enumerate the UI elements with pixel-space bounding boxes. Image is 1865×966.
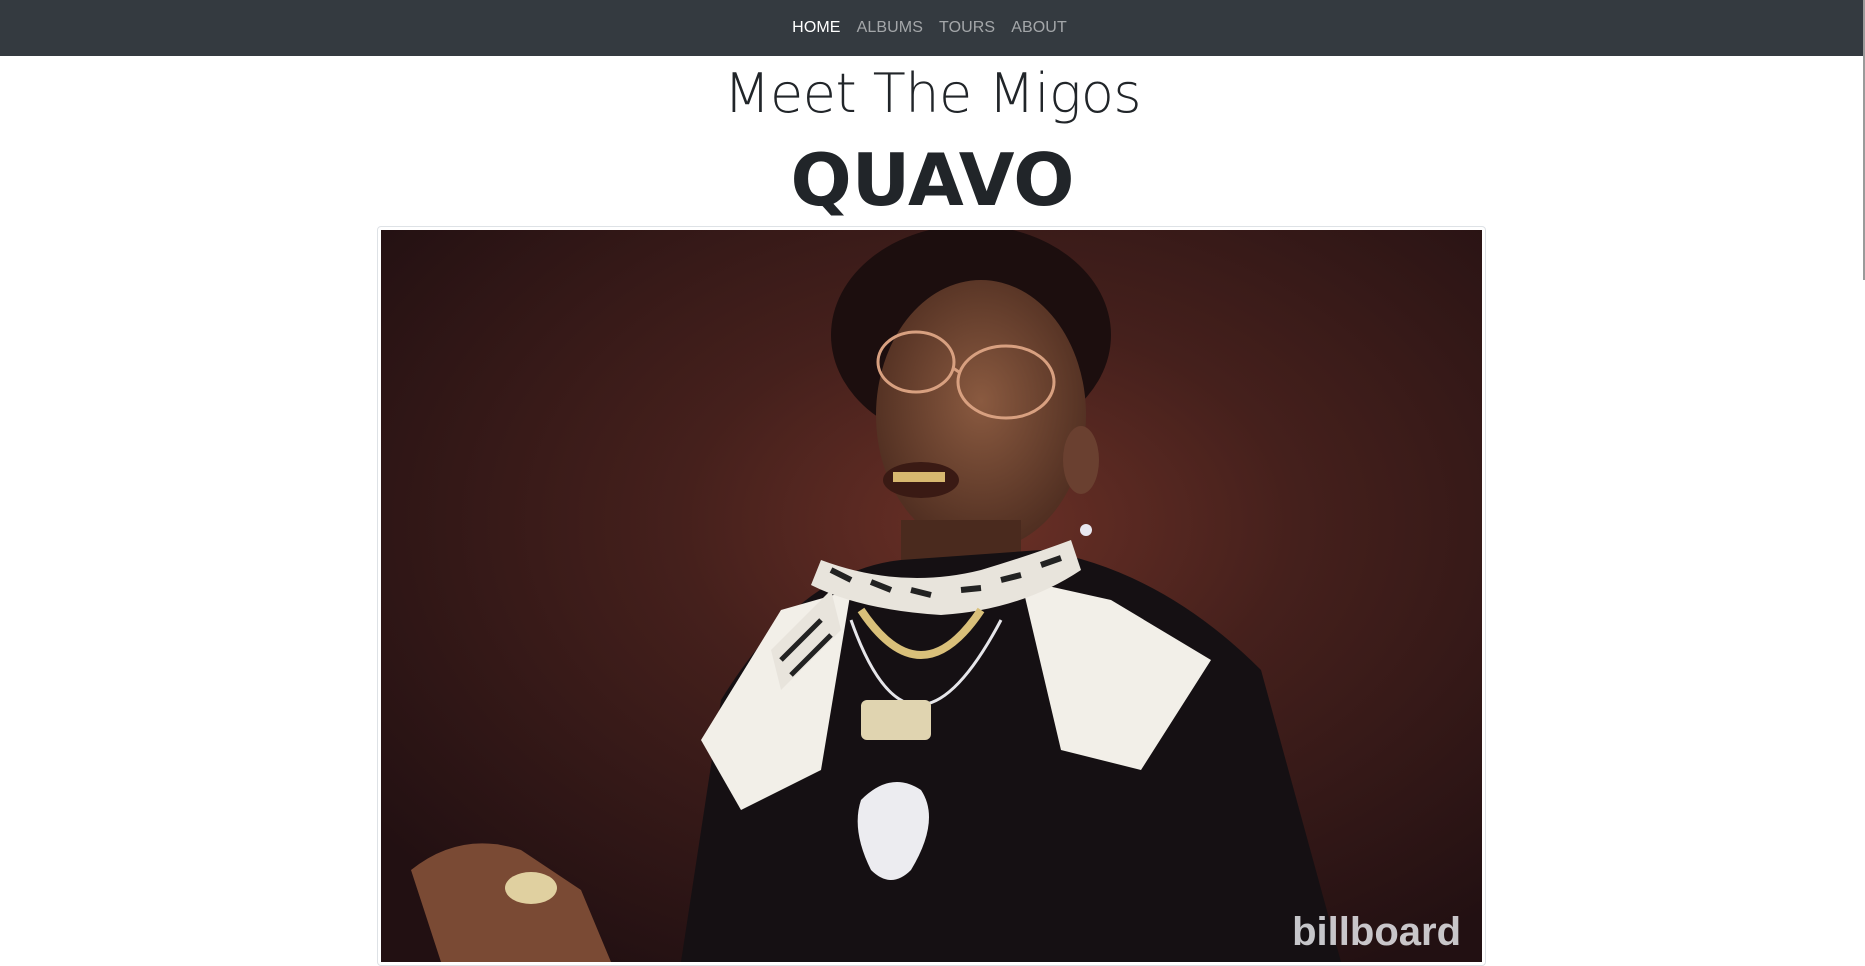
nav-list: HOME ALBUMS TOURS ABOUT <box>0 0 1865 56</box>
page-heading: Meet The Migos <box>723 62 1142 125</box>
member-photo: billboard <box>381 230 1482 962</box>
billboard-watermark: billboard <box>1292 910 1461 954</box>
member-photo-frame: billboard <box>377 226 1486 966</box>
member-name: QUAVO <box>790 138 1075 222</box>
top-navbar: HOME ALBUMS TOURS ABOUT <box>0 0 1865 56</box>
nav-about-link[interactable]: ABOUT <box>1011 19 1067 37</box>
nav-tours-link[interactable]: TOURS <box>939 19 995 37</box>
nav-home-link[interactable]: HOME <box>792 19 840 37</box>
nav-albums-link[interactable]: ALBUMS <box>857 19 923 37</box>
